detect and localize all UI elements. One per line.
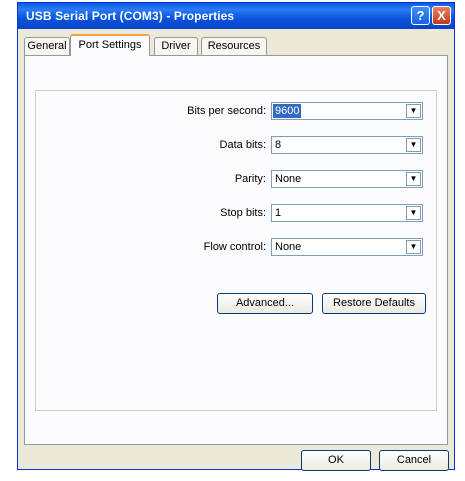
- title-bar[interactable]: USB Serial Port (COM3) - Properties ? X: [18, 3, 454, 29]
- window-title: USB Serial Port (COM3) - Properties: [26, 9, 235, 23]
- stop-bits-label: Stop bits:: [220, 207, 266, 219]
- flow-control-select[interactable]: None ▼: [271, 238, 423, 256]
- stop-bits-value: 1: [275, 207, 282, 219]
- settings-group: Bits per second: 9600 ▼ Data bits: 8 ▼ P…: [35, 90, 437, 411]
- bits-per-second-select[interactable]: 9600 ▼: [271, 102, 423, 120]
- tab-driver[interactable]: Driver: [154, 37, 198, 55]
- parity-value: None: [275, 173, 302, 185]
- advanced-button[interactable]: Advanced...: [217, 293, 313, 314]
- help-icon: ?: [416, 8, 425, 23]
- ok-button[interactable]: OK: [301, 450, 371, 471]
- data-bits-label: Data bits:: [219, 139, 266, 151]
- data-bits-select[interactable]: 8 ▼: [271, 136, 423, 154]
- stop-bits-select[interactable]: 1 ▼: [271, 204, 423, 222]
- properties-dialog: USB Serial Port (COM3) - Properties ? X …: [17, 2, 455, 471]
- tab-resources[interactable]: Resources: [201, 37, 267, 55]
- parity-label: Parity:: [234, 173, 266, 185]
- chevron-down-icon[interactable]: ▼: [406, 172, 421, 186]
- help-button[interactable]: ?: [411, 6, 430, 25]
- bits-per-second-value: 9600: [273, 104, 302, 118]
- close-button[interactable]: X: [432, 6, 451, 25]
- parity-select[interactable]: None ▼: [271, 170, 423, 188]
- chevron-down-icon[interactable]: ▼: [406, 104, 421, 118]
- chevron-down-icon[interactable]: ▼: [406, 138, 421, 152]
- bits-per-second-label: Bits per second:: [187, 105, 266, 117]
- flow-control-label: Flow control:: [203, 241, 266, 253]
- chevron-down-icon[interactable]: ▼: [406, 206, 421, 220]
- restore-defaults-button[interactable]: Restore Defaults: [322, 293, 426, 314]
- data-bits-value: 8: [275, 139, 282, 151]
- tab-port-settings[interactable]: Port Settings: [70, 34, 150, 56]
- cancel-button[interactable]: Cancel: [379, 450, 449, 471]
- chevron-down-icon[interactable]: ▼: [406, 240, 421, 254]
- tab-general[interactable]: General: [24, 37, 70, 55]
- flow-control-value: None: [275, 241, 302, 253]
- port-settings-panel: Bits per second: 9600 ▼ Data bits: 8 ▼ P…: [24, 55, 448, 445]
- close-icon: X: [437, 8, 446, 23]
